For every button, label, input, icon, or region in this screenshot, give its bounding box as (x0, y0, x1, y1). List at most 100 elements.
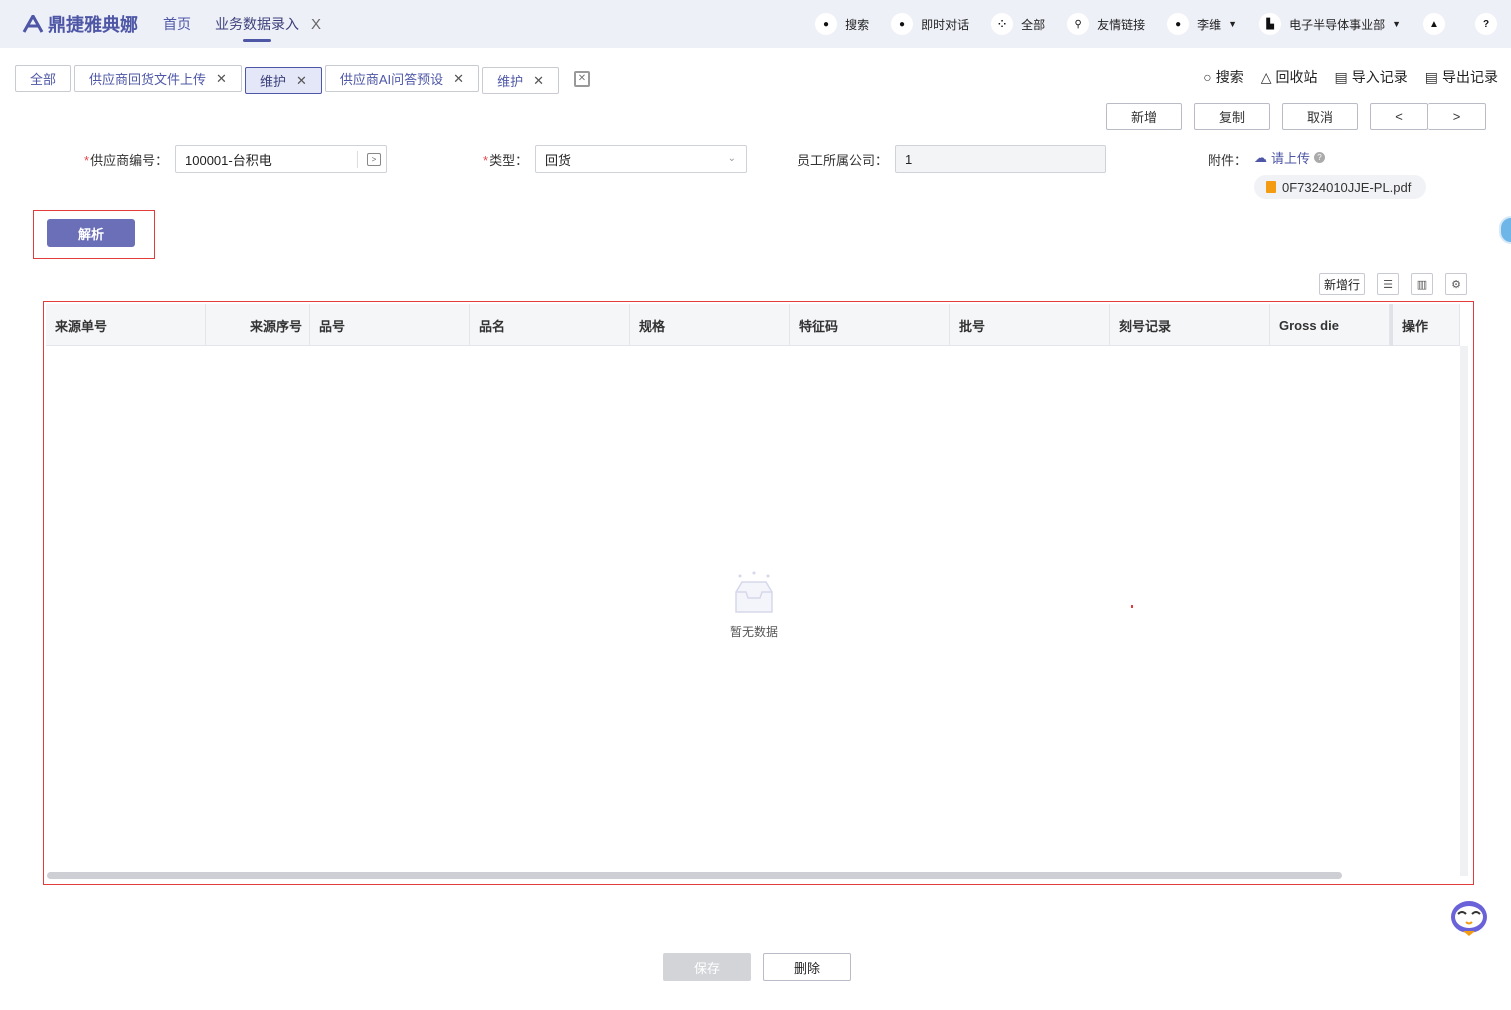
pdf-file-icon (1266, 181, 1276, 193)
import-icon: ▤ (1334, 68, 1348, 85)
delete-button[interactable]: 删除 (763, 953, 851, 981)
column-header[interactable]: 来源序号 (206, 304, 310, 346)
record-actions: 新增 复制 取消 < > (1094, 103, 1486, 130)
close-icon[interactable]: ✕ (216, 71, 227, 87)
tab-all[interactable]: 全部 (15, 65, 72, 92)
nav-tab-data-entry[interactable]: 业务数据录入 (215, 14, 299, 42)
assistant-owl-icon[interactable] (1447, 893, 1491, 937)
caret-down-icon: ▼ (1228, 19, 1238, 29)
parse-button[interactable]: 解析 (47, 219, 135, 247)
required-mark: * (483, 153, 489, 168)
add-button[interactable]: 新增 (1106, 103, 1182, 130)
tab-label: 全部 (30, 72, 57, 87)
type-select[interactable]: 回货 ⌄ (535, 145, 747, 173)
type-label-text: 类型： (489, 153, 529, 168)
close-all-tabs-icon[interactable]: ✕ (573, 70, 590, 87)
close-icon[interactable]: ✕ (296, 73, 307, 89)
toolbar-recycle[interactable]: △ 回收站 (1261, 67, 1318, 87)
chevron-down-icon: ⌄ (727, 153, 736, 164)
nav-home[interactable]: 首页 (163, 14, 191, 34)
brand-logo[interactable]: 鼎捷雅典娜 (22, 11, 138, 37)
attachment-file[interactable]: 0F7324010JJE-PL.pdf (1254, 175, 1426, 199)
export-icon: ▤ (1424, 68, 1438, 85)
cancel-button[interactable]: 取消 (1282, 103, 1358, 130)
data-grid: 来源单号 来源序号 品号 品名 规格 特征码 批号 刻号记录 Gross die… (43, 301, 1474, 885)
list-view-icon[interactable]: ☰ (1377, 273, 1399, 295)
column-header[interactable]: 品号 (310, 304, 470, 346)
column-header[interactable]: 来源单号 (46, 304, 206, 346)
company-label: 员工所属公司： (797, 153, 889, 168)
top-all[interactable]: ⁘ 全部 (991, 13, 1045, 35)
column-header[interactable]: Gross die (1270, 304, 1390, 346)
empty-text: 暂无数据 (729, 625, 778, 639)
brand-name: 鼎捷雅典娜 (48, 15, 138, 35)
vertical-scrollbar[interactable] (1460, 346, 1468, 876)
columns-icon[interactable]: ▥ (1411, 273, 1433, 295)
tab-label: 供应商回货文件上传 (89, 72, 207, 87)
org-name: 电子半导体事业部 (1289, 17, 1386, 32)
bell-icon: ▲ (1423, 13, 1445, 35)
close-icon[interactable]: ✕ (453, 71, 464, 87)
help-button[interactable]: ? (1475, 13, 1497, 35)
supplier-value: 100001-台积电 (185, 152, 272, 168)
settings-icon[interactable]: ⚙ (1445, 273, 1467, 295)
notification-button[interactable]: ▲ (1423, 13, 1453, 35)
column-header[interactable]: 操作 (1390, 304, 1460, 346)
chat-icon: ● (891, 13, 914, 35)
column-header[interactable]: 特征码 (790, 304, 950, 346)
tab-maintain-active[interactable]: 维护 ✕ (244, 67, 322, 94)
upload-icon: ☁ (1254, 149, 1267, 165)
side-assistant-tab[interactable] (1499, 216, 1511, 244)
close-icon[interactable]: ✕ (533, 73, 544, 89)
tab-label: 供应商AI问答预设 (339, 72, 444, 87)
nav-tab-close-icon[interactable]: X (311, 16, 321, 33)
toolbar-export-label: 导出记录 (1442, 69, 1498, 85)
next-record-button[interactable]: > (1428, 103, 1486, 130)
search-icon: ○ (1203, 69, 1212, 85)
bottom-actions: 保存 删除 (663, 953, 851, 981)
top-links-label: 友情链接 (1097, 17, 1146, 32)
search-icon: ● (815, 13, 838, 35)
logo-icon (22, 15, 44, 33)
column-header[interactable]: 品名 (470, 304, 630, 346)
page-tabs: 全部 供应商回货文件上传 ✕ 维护 ✕ 供应商AI问答预设 ✕ 维护 ✕ ✕ (15, 63, 590, 94)
user-name: 李维 (1197, 17, 1222, 32)
record-pager: < > (1370, 103, 1486, 130)
top-chat[interactable]: ● 即时对话 (891, 13, 969, 35)
lookup-icon[interactable]: > (367, 153, 381, 166)
top-bar: 鼎捷雅典娜 首页 业务数据录入 X ● 搜索 ● 即时对话 ⁘ 全部 ⚲ 友情链… (0, 0, 1511, 48)
save-button[interactable]: 保存 (663, 953, 751, 981)
column-header[interactable]: 批号 (950, 304, 1110, 346)
tab-supplier-ai[interactable]: 供应商AI问答预设 ✕ (324, 65, 480, 92)
user-icon: ● (1167, 13, 1190, 35)
grid-header: 来源单号 来源序号 品号 品名 规格 特征码 批号 刻号记录 Gross die… (46, 304, 1460, 346)
user-menu[interactable]: ● 李维 ▼ (1167, 13, 1237, 35)
upload-link[interactable]: ☁ 请上传 ? (1254, 148, 1326, 167)
column-header[interactable]: 规格 (630, 304, 790, 346)
copy-button[interactable]: 复制 (1194, 103, 1270, 130)
required-mark: * (84, 153, 90, 168)
horizontal-scrollbar[interactable] (47, 872, 1342, 879)
toolbar-import[interactable]: ▤ 导入记录 (1335, 67, 1408, 87)
tab-maintain[interactable]: 维护 ✕ (482, 67, 559, 94)
toolbar-recycle-label: 回收站 (1275, 69, 1318, 85)
empty-inbox-icon (735, 571, 773, 613)
top-links[interactable]: ⚲ 友情链接 (1067, 13, 1145, 35)
grid-icon: ⁘ (991, 13, 1014, 35)
help-icon[interactable]: ? (1314, 152, 1326, 163)
column-header[interactable]: 刻号记录 (1110, 304, 1270, 346)
empty-state: 暂无数据 (724, 570, 784, 640)
add-row-button[interactable]: 新增行 (1319, 273, 1365, 295)
divider (357, 151, 358, 168)
toolbar-search[interactable]: ○ 搜索 (1203, 67, 1243, 87)
prev-record-button[interactable]: < (1370, 103, 1428, 130)
top-search[interactable]: ● 搜索 (815, 13, 869, 35)
help-icon: ? (1475, 13, 1497, 35)
supplier-input[interactable]: 100001-台积电 > (175, 145, 387, 173)
toolbar-search-label: 搜索 (1215, 69, 1244, 85)
tab-label: 维护 (259, 74, 286, 89)
toolbar-export[interactable]: ▤ 导出记录 (1425, 67, 1498, 87)
tab-supplier-upload[interactable]: 供应商回货文件上传 ✕ (74, 65, 242, 92)
type-label: *类型： (483, 150, 528, 169)
org-menu[interactable]: ▙ 电子半导体事业部 ▼ (1259, 13, 1401, 35)
